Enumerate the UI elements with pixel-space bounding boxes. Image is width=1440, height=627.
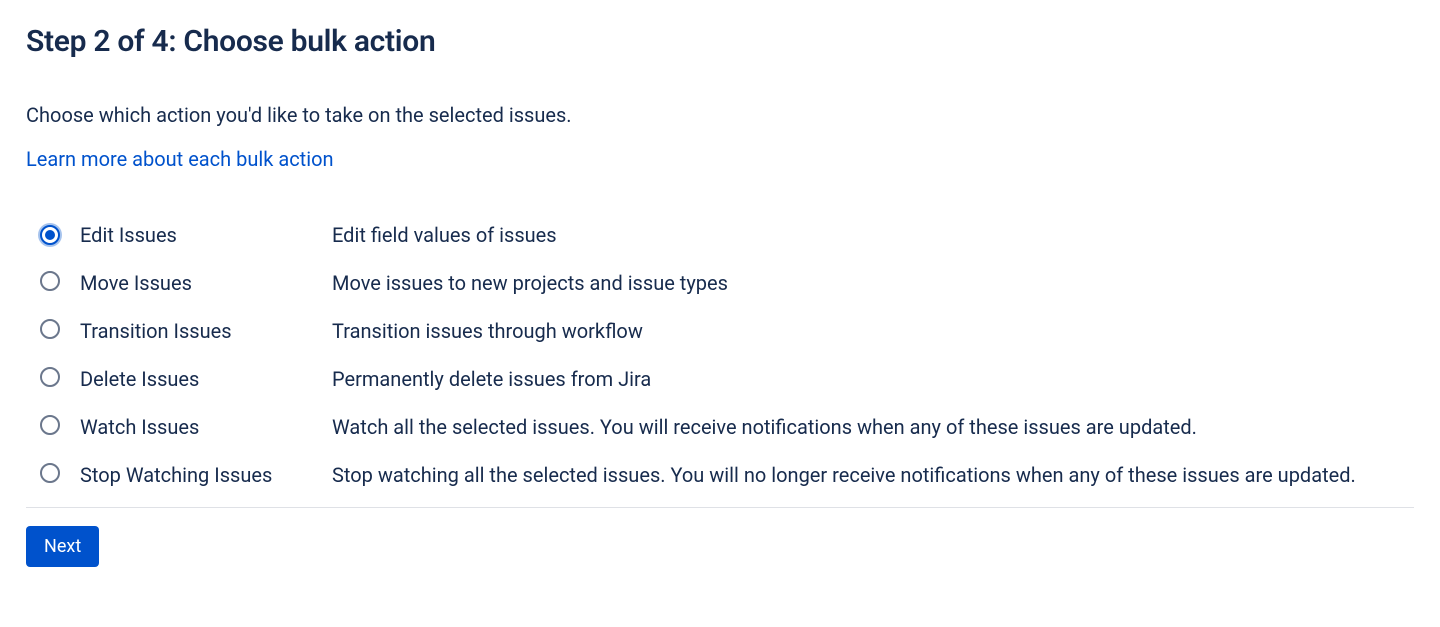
- radio-delete-issues[interactable]: [40, 367, 60, 387]
- option-description: Edit field values of issues: [332, 211, 1414, 259]
- page-title: Step 2 of 4: Choose bulk action: [26, 24, 1414, 59]
- divider: [26, 507, 1414, 508]
- learn-more-link[interactable]: Learn more about each bulk action: [26, 147, 334, 171]
- page-description: Choose which action you'd like to take o…: [26, 103, 1414, 127]
- radio-icon: [40, 415, 60, 435]
- option-watch-issues[interactable]: Watch Issues Watch all the selected issu…: [26, 403, 1414, 451]
- option-transition-issues[interactable]: Transition Issues Transition issues thro…: [26, 307, 1414, 355]
- option-move-issues[interactable]: Move Issues Move issues to new projects …: [26, 259, 1414, 307]
- option-label: Watch Issues: [80, 403, 332, 451]
- bulk-action-options: Edit Issues Edit field values of issues …: [26, 211, 1414, 499]
- option-label: Edit Issues: [80, 211, 332, 259]
- radio-icon: [40, 225, 60, 245]
- option-description: Move issues to new projects and issue ty…: [332, 259, 1414, 307]
- next-button[interactable]: Next: [26, 526, 99, 567]
- radio-transition-issues[interactable]: [40, 319, 60, 339]
- option-stop-watching-issues[interactable]: Stop Watching Issues Stop watching all t…: [26, 451, 1414, 499]
- radio-icon: [40, 367, 60, 387]
- option-label: Stop Watching Issues: [80, 451, 332, 499]
- radio-icon: [40, 463, 60, 483]
- option-description: Stop watching all the selected issues. Y…: [332, 451, 1414, 499]
- radio-watch-issues[interactable]: [40, 415, 60, 435]
- option-delete-issues[interactable]: Delete Issues Permanently delete issues …: [26, 355, 1414, 403]
- option-description: Watch all the selected issues. You will …: [332, 403, 1414, 451]
- option-description: Permanently delete issues from Jira: [332, 355, 1414, 403]
- radio-move-issues[interactable]: [40, 271, 60, 291]
- radio-icon: [40, 271, 60, 291]
- option-edit-issues[interactable]: Edit Issues Edit field values of issues: [26, 211, 1414, 259]
- radio-icon: [40, 319, 60, 339]
- option-label: Transition Issues: [80, 307, 332, 355]
- option-label: Move Issues: [80, 259, 332, 307]
- option-label: Delete Issues: [80, 355, 332, 403]
- radio-stop-watching-issues[interactable]: [40, 463, 60, 483]
- radio-edit-issues[interactable]: [40, 225, 60, 245]
- option-description: Transition issues through workflow: [332, 307, 1414, 355]
